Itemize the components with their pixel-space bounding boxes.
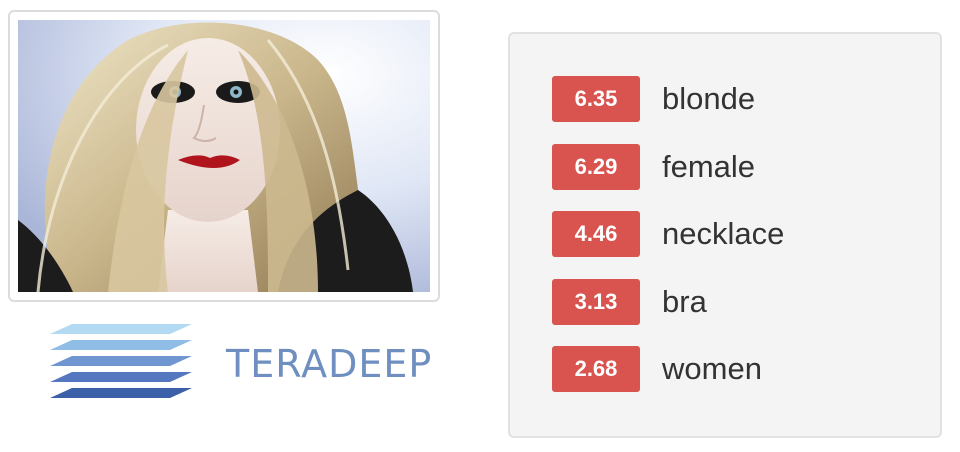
image-thumbnail — [8, 10, 440, 302]
score-badge: 6.35 — [552, 76, 640, 122]
score-badge: 6.29 — [552, 143, 640, 190]
tag-row-blonde: 6.35 blonde — [552, 76, 784, 122]
score-badge: 4.46 — [552, 211, 640, 257]
score-badge: 2.68 — [552, 346, 640, 392]
tag-list: 6.35 blonde 6.29 female 4.46 necklace 3.… — [552, 76, 784, 414]
tag-row-female: 6.29 female — [552, 143, 784, 190]
logo-wordmark: TERADEEP — [226, 342, 433, 386]
app-stage: TERADEEP 6.35 blonde 6.29 female 4.46 ne… — [0, 0, 960, 452]
tag-label: necklace — [662, 216, 785, 251]
tag-row-bra: 3.13 bra — [552, 278, 784, 325]
tag-row-women: 2.68 women — [552, 346, 784, 392]
tag-row-necklace: 4.46 necklace — [552, 211, 784, 257]
tag-label: female — [662, 148, 756, 184]
tag-label: women — [662, 351, 762, 386]
portrait-photo — [18, 20, 430, 292]
teradeep-logo: TERADEEP — [40, 320, 440, 420]
tag-results-panel: 6.35 blonde 6.29 female 4.46 necklace 3.… — [508, 32, 942, 438]
score-badge: 3.13 — [552, 278, 640, 325]
stacked-layers-icon — [50, 324, 192, 398]
tag-label: bra — [662, 283, 707, 319]
tag-label: blonde — [662, 81, 756, 116]
